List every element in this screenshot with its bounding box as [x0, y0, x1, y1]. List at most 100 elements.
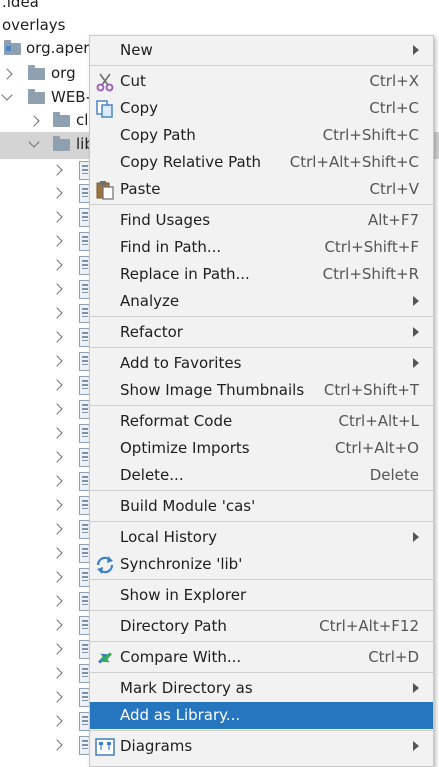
- menu-separator: [90, 521, 433, 522]
- menu-item-add-to-favorites[interactable]: Add to Favorites: [90, 350, 433, 377]
- menu-item-shortcut: Ctrl+X: [369, 72, 419, 90]
- menu-item-mark-directory-as[interactable]: Mark Directory as: [90, 675, 433, 702]
- chevron-right-icon[interactable]: [51, 619, 63, 631]
- menu-item-compare-with[interactable]: Compare With... Ctrl+D: [90, 644, 433, 671]
- submenu-arrow-icon: [413, 358, 419, 368]
- chevron-down-icon[interactable]: [1, 89, 13, 101]
- menu-item-find-usages[interactable]: Find Usages Alt+F7: [90, 207, 433, 234]
- context-menu: New Cut Ctrl+X Copy Ctrl+C Copy Path Ctr…: [89, 35, 434, 767]
- menu-item-label: Refactor: [120, 323, 183, 341]
- chevron-right-icon[interactable]: [51, 643, 63, 655]
- tree-item-label: WEB-: [51, 88, 92, 106]
- chevron-right-icon[interactable]: [28, 115, 40, 127]
- menu-separator: [90, 672, 433, 673]
- clipboard-icon: [96, 181, 114, 200]
- submenu-arrow-icon: [413, 296, 419, 306]
- menu-item-label: Paste: [120, 180, 161, 198]
- menu-item-directory-path[interactable]: Directory Path Ctrl+Alt+F12: [90, 613, 433, 640]
- menu-item-find-in-path[interactable]: Find in Path... Ctrl+Shift+F: [90, 234, 433, 261]
- menu-item-new[interactable]: New: [90, 37, 433, 64]
- menu-item-paste[interactable]: Paste Ctrl+V: [90, 176, 433, 203]
- chevron-right-icon[interactable]: [51, 715, 63, 727]
- chevron-right-icon[interactable]: [51, 499, 63, 511]
- menu-item-label: Delete...: [120, 466, 184, 484]
- menu-item-label: Synchronize 'lib': [120, 555, 243, 573]
- menu-item-refactor[interactable]: Refactor: [90, 319, 433, 346]
- chevron-right-icon[interactable]: [51, 283, 63, 295]
- menu-item-reformat-code[interactable]: Reformat Code Ctrl+Alt+L: [90, 408, 433, 435]
- chevron-right-icon[interactable]: [51, 307, 63, 319]
- menu-item-shortcut: Ctrl+Alt+Shift+C: [289, 153, 419, 171]
- menu-item-label: Reformat Code: [120, 412, 233, 430]
- chevron-right-icon[interactable]: [1, 68, 13, 80]
- menu-item-label: Analyze: [120, 292, 180, 310]
- chevron-right-icon[interactable]: [51, 259, 63, 271]
- menu-item-diagrams[interactable]: Diagrams: [90, 733, 433, 760]
- menu-item-show-image-thumbnails[interactable]: Show Image Thumbnails Ctrl+Shift+T: [90, 377, 433, 404]
- chevron-right-icon[interactable]: [51, 739, 63, 751]
- menu-item-shortcut: Delete: [369, 466, 419, 484]
- chevron-right-icon[interactable]: [51, 427, 63, 439]
- chevron-right-icon[interactable]: [51, 523, 63, 535]
- tree-item-idea[interactable]: .idea: [2, 0, 39, 11]
- menu-item-replace-in-path[interactable]: Replace in Path... Ctrl+Shift+R: [90, 261, 433, 288]
- menu-item-optimize-imports[interactable]: Optimize Imports Ctrl+Alt+O: [90, 435, 433, 462]
- chevron-right-icon[interactable]: [51, 187, 63, 199]
- chevron-right-icon[interactable]: [51, 379, 63, 391]
- menu-item-label: Find Usages: [120, 211, 211, 229]
- chevron-right-icon[interactable]: [51, 547, 63, 559]
- menu-item-label: Add to Favorites: [120, 354, 242, 372]
- menu-item-label: Copy Path: [120, 126, 196, 144]
- menu-item-shortcut: Ctrl+Shift+C: [322, 126, 419, 144]
- menu-item-synchronize[interactable]: Synchronize 'lib': [90, 551, 433, 578]
- menu-separator: [90, 490, 433, 491]
- chevron-down-icon[interactable]: [28, 136, 40, 148]
- menu-separator: [90, 405, 433, 406]
- menu-item-label: Copy: [120, 99, 159, 117]
- menu-item-label: Optimize Imports: [120, 439, 250, 457]
- chevron-right-icon[interactable]: [51, 211, 63, 223]
- menu-item-copy-relative-path[interactable]: Copy Relative Path Ctrl+Alt+Shift+C: [90, 149, 433, 176]
- menu-separator: [90, 347, 433, 348]
- menu-item-analyze[interactable]: Analyze: [90, 288, 433, 315]
- chevron-right-icon[interactable]: [51, 403, 63, 415]
- menu-item-copy[interactable]: Copy Ctrl+C: [90, 95, 433, 122]
- chevron-right-icon[interactable]: [51, 331, 63, 343]
- chevron-right-icon[interactable]: [51, 595, 63, 607]
- menu-separator: [90, 641, 433, 642]
- submenu-arrow-icon: [413, 683, 419, 693]
- module-folder-icon: [4, 40, 21, 55]
- menu-item-cut[interactable]: Cut Ctrl+X: [90, 68, 433, 95]
- menu-item-shortcut: Ctrl+Shift+T: [323, 381, 419, 399]
- chevron-right-icon[interactable]: [51, 691, 63, 703]
- menu-item-label: Replace in Path...: [120, 265, 250, 283]
- menu-item-copy-path[interactable]: Copy Path Ctrl+Shift+C: [90, 122, 433, 149]
- menu-item-shortcut: Ctrl+Alt+O: [335, 439, 419, 457]
- chevron-right-icon[interactable]: [51, 355, 63, 367]
- menu-item-build-module[interactable]: Build Module 'cas': [90, 493, 433, 520]
- menu-item-shortcut: Ctrl+Alt+F12: [319, 617, 419, 635]
- menu-item-label: Directory Path: [120, 617, 227, 635]
- tree-item-overlays[interactable]: overlays: [2, 16, 66, 34]
- menu-item-add-as-library[interactable]: Add as Library...: [90, 702, 433, 729]
- chevron-right-icon[interactable]: [51, 451, 63, 463]
- menu-item-shortcut: Ctrl+Alt+L: [338, 412, 420, 430]
- menu-item-label: Find in Path...: [120, 238, 222, 256]
- menu-separator: [90, 730, 433, 731]
- diagram-icon: [95, 738, 115, 756]
- menu-item-label: Compare With...: [120, 648, 242, 666]
- chevron-right-icon[interactable]: [51, 235, 63, 247]
- menu-item-label: Local History: [120, 528, 218, 546]
- chevron-right-icon[interactable]: [51, 475, 63, 487]
- folder-icon: [28, 89, 45, 104]
- chevron-right-icon[interactable]: [51, 164, 63, 176]
- chevron-right-icon[interactable]: [51, 667, 63, 679]
- menu-item-delete[interactable]: Delete... Delete: [90, 462, 433, 489]
- menu-item-show-in-explorer[interactable]: Show in Explorer: [90, 582, 433, 609]
- chevron-right-icon[interactable]: [51, 571, 63, 583]
- menu-item-label: Diagrams: [120, 737, 193, 755]
- folder-icon: [28, 65, 45, 80]
- tree-item-label: org.aper: [26, 39, 90, 57]
- menu-item-local-history[interactable]: Local History: [90, 524, 433, 551]
- copy-icon: [96, 100, 113, 118]
